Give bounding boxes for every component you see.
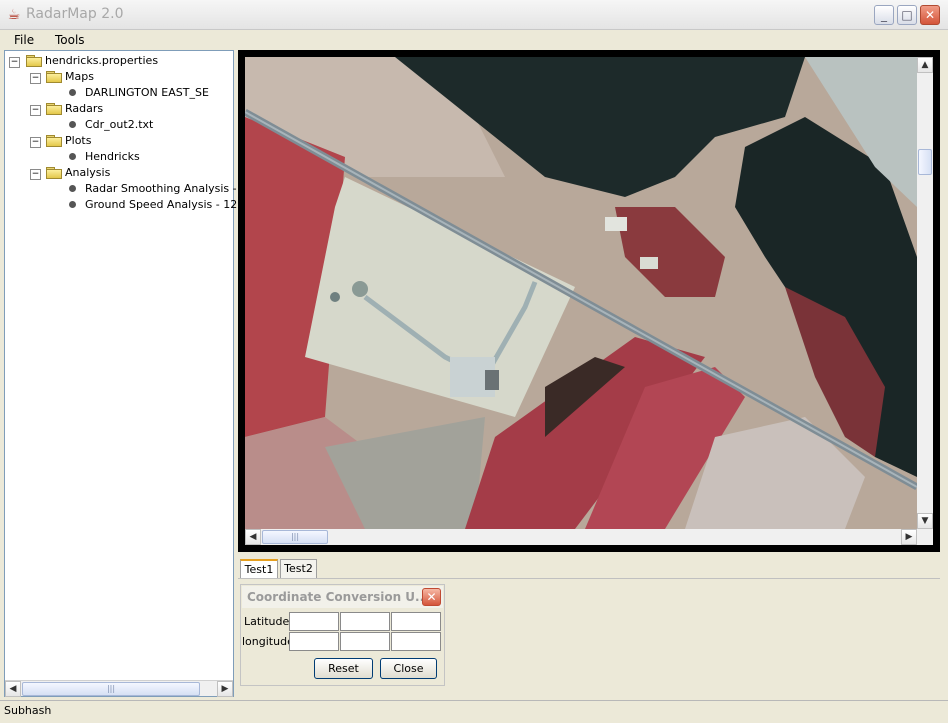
dialog-close-button[interactable]: ✕ bbox=[422, 588, 441, 606]
scroll-left-button[interactable]: ◀ bbox=[5, 681, 21, 697]
close-icon: ✕ bbox=[924, 8, 936, 22]
tree-node-plots[interactable]: Plots bbox=[65, 133, 91, 149]
folder-icon bbox=[46, 135, 62, 147]
tree-toggle-root[interactable]: − bbox=[9, 57, 20, 68]
tree-toggle-radars[interactable]: − bbox=[30, 105, 41, 116]
longitude-minutes-field[interactable] bbox=[340, 632, 390, 651]
bullet-icon bbox=[69, 153, 76, 160]
tree-toggle-analysis[interactable]: − bbox=[30, 169, 41, 180]
bullet-icon bbox=[69, 89, 76, 96]
folder-icon bbox=[46, 103, 62, 115]
window-title: RadarMap 2.0 bbox=[26, 6, 124, 22]
latitude-degrees-field[interactable] bbox=[289, 612, 339, 631]
project-tree: − hendricks.properties − Maps DARLINGTON… bbox=[4, 50, 254, 697]
tree-toggle-maps[interactable]: − bbox=[30, 73, 41, 84]
scroll-down-button[interactable]: ▼ bbox=[917, 513, 933, 529]
scroll-right-button[interactable]: ▶ bbox=[217, 681, 233, 697]
coordinate-conversion-dialog: Coordinate Conversion U... ✕ Latitude: l… bbox=[240, 584, 445, 686]
satellite-map[interactable] bbox=[245, 57, 917, 529]
bullet-icon bbox=[69, 121, 76, 128]
longitude-seconds-field[interactable] bbox=[391, 632, 441, 651]
tab-test2[interactable]: Test2 bbox=[280, 559, 317, 578]
dialog-title-bar[interactable]: Coordinate Conversion U... ✕ bbox=[242, 586, 443, 608]
scroll-up-button[interactable]: ▲ bbox=[917, 57, 933, 73]
scroll-thumb[interactable]: ||| bbox=[22, 682, 200, 696]
status-bar: Subhash bbox=[0, 700, 948, 723]
tree-node-analysis-item-2[interactable]: Ground Speed Analysis - 1200 bbox=[85, 197, 251, 213]
tab-test1[interactable]: Test1 bbox=[240, 559, 278, 578]
reset-button[interactable]: Reset bbox=[314, 658, 373, 679]
scroll-right-button[interactable]: ▶ bbox=[901, 529, 917, 545]
menu-bar: File Tools bbox=[0, 30, 948, 50]
tree-node-map-item[interactable]: DARLINGTON EAST_SE bbox=[85, 85, 209, 101]
latitude-seconds-field[interactable] bbox=[391, 612, 441, 631]
bullet-icon bbox=[69, 185, 76, 192]
folder-icon bbox=[46, 167, 62, 179]
tree-toggle-plots[interactable]: − bbox=[30, 137, 41, 148]
tree-node-analysis-item-1[interactable]: Radar Smoothing Analysis - 12 bbox=[85, 181, 254, 197]
map-vertical-scrollbar[interactable]: ▲ ▼ bbox=[917, 57, 933, 529]
close-icon: ✕ bbox=[426, 590, 437, 604]
tree-node-plot-item[interactable]: Hendricks bbox=[85, 149, 140, 165]
maximize-icon: □ bbox=[901, 8, 913, 22]
title-bar: ☕ RadarMap 2.0 _ □ ✕ bbox=[0, 0, 948, 30]
tree-node-analysis[interactable]: Analysis bbox=[65, 165, 110, 181]
tree-node-radar-item[interactable]: Cdr_out2.txt bbox=[85, 117, 153, 133]
latitude-label: Latitude: bbox=[244, 615, 293, 628]
minimize-button[interactable]: _ bbox=[874, 5, 894, 25]
tree-node-root[interactable]: hendricks.properties bbox=[45, 53, 158, 69]
close-button[interactable]: Close bbox=[380, 658, 437, 679]
bullet-icon bbox=[69, 201, 76, 208]
tree-node-maps[interactable]: Maps bbox=[65, 69, 94, 85]
longitude-degrees-field[interactable] bbox=[289, 632, 339, 651]
menu-tools[interactable]: Tools bbox=[55, 32, 85, 48]
java-cup-icon: ☕ bbox=[7, 7, 21, 23]
close-window-button[interactable]: ✕ bbox=[920, 5, 940, 25]
scroll-left-button[interactable]: ◀ bbox=[245, 529, 261, 545]
status-user: Subhash bbox=[4, 704, 52, 717]
minimize-icon: _ bbox=[881, 8, 887, 22]
scroll-thumb[interactable] bbox=[918, 149, 932, 175]
map-horizontal-scrollbar[interactable]: ◀ ||| ▶ bbox=[245, 529, 933, 545]
folder-icon bbox=[46, 71, 62, 83]
tree-horizontal-scrollbar[interactable]: ◀ ||| ▶ bbox=[5, 680, 233, 697]
dialog-title: Coordinate Conversion U... bbox=[247, 590, 429, 604]
scroll-thumb[interactable]: ||| bbox=[262, 530, 328, 544]
folder-icon bbox=[26, 55, 42, 67]
aerial-image bbox=[245, 57, 917, 529]
latitude-minutes-field[interactable] bbox=[340, 612, 390, 631]
tree-node-radars[interactable]: Radars bbox=[65, 101, 103, 117]
menu-file[interactable]: File bbox=[14, 32, 34, 48]
maximize-button[interactable]: □ bbox=[897, 5, 917, 25]
